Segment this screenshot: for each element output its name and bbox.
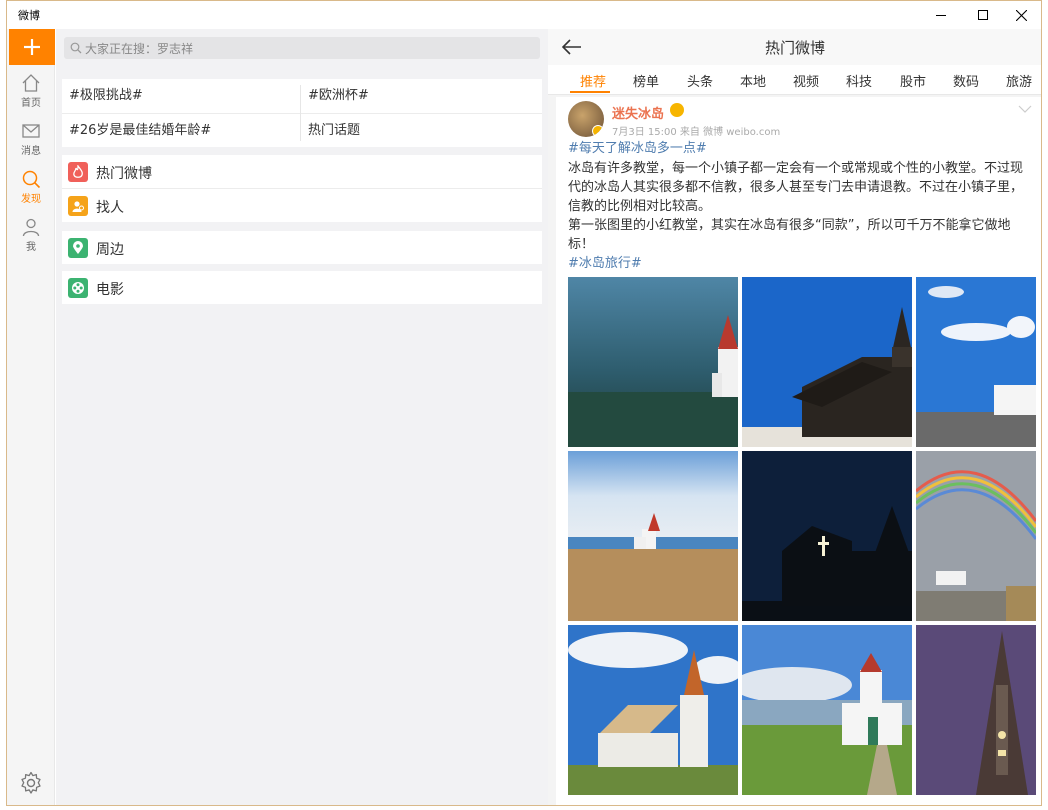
post-photo[interactable] (916, 451, 1041, 621)
tab-rankings[interactable]: 榜单 (633, 71, 659, 90)
nav-label: 消息 (21, 146, 41, 157)
tab-travel[interactable]: 旅游 (1006, 71, 1032, 90)
search-input[interactable]: 大家正在搜：罗志祥 (64, 37, 540, 59)
minimize-icon (936, 15, 946, 16)
post-photo[interactable] (568, 451, 738, 621)
active-tab-indicator (570, 91, 610, 93)
plus-icon (24, 39, 40, 55)
film-reel-icon (68, 278, 88, 298)
menu-item-movies[interactable]: 电影 (62, 271, 542, 304)
post-text-line: 冰岛有许多教堂，每一个小镇子都一定会有一个或常规或个性的小教堂。不过现 (568, 161, 1024, 176)
topic-item[interactable]: #欧洲杯# (308, 79, 369, 113)
home-icon (22, 74, 40, 92)
nav-label: 首页 (21, 98, 41, 109)
compose-button[interactable] (9, 29, 55, 65)
post-photo[interactable] (742, 625, 912, 795)
nav-item-me[interactable]: 我 (7, 217, 55, 261)
avatar[interactable] (568, 101, 604, 137)
hot-weibo-panel: 热门微博 推荐 榜单 头条 本地 视频 科技 股市 数码 旅游 迷失冰岛 7月3… (548, 29, 1041, 805)
panel-title: 热门微博 (764, 39, 825, 57)
close-button[interactable] (999, 1, 1041, 29)
post-hashtag[interactable]: #冰岛旅行# (568, 254, 642, 273)
divider (300, 85, 301, 141)
title-bar: 微博 (7, 1, 1041, 29)
post-text-line: 代的冰岛人其实很多都不信教，很多人甚至专门去申请退教。不过在小镇子里， (568, 180, 1024, 195)
tab-local[interactable]: 本地 (740, 71, 766, 90)
gear-icon[interactable] (19, 771, 43, 795)
tab-digital[interactable]: 数码 (953, 71, 979, 90)
nav-rail: 首页 消息 发现 我 (7, 29, 55, 805)
tab-video[interactable]: 视频 (793, 71, 819, 90)
emoji-icon (670, 103, 684, 117)
post-photo[interactable] (916, 625, 1041, 795)
person-icon (22, 218, 40, 237)
post-text-line: 标！ (568, 237, 595, 252)
menu-item-find-people[interactable]: 找人 (62, 189, 542, 222)
menu-label: 电影 (96, 282, 124, 298)
post-text-line: 信教的比例相对比较高。 (568, 199, 712, 214)
location-pin-icon (68, 238, 88, 258)
post-meta: 7月3日 15:00 来自 微博 weibo.com (612, 127, 781, 138)
post-username[interactable]: 迷失冰岛 (612, 103, 664, 122)
post-text-line: 第一张图里的小红教堂，其实在冰岛有很多“同款”，所以可千万不能拿它做地 (568, 218, 1011, 233)
maximize-icon (978, 10, 988, 20)
post-photo[interactable] (742, 277, 912, 447)
tab-stocks[interactable]: 股市 (900, 71, 926, 90)
menu-item-hot-weibo[interactable]: 热门微博 (62, 155, 542, 188)
menu-label: 热门微博 (96, 166, 152, 182)
tab-tech[interactable]: 科技 (846, 71, 872, 90)
verified-badge-icon (592, 125, 604, 137)
discover-column: 大家正在搜：罗志祥 #极限挑战# #欧洲杯# #26岁是最佳结婚年龄# 热门话题… (56, 29, 548, 805)
topic-item[interactable]: #26岁是最佳结婚年龄# (69, 114, 211, 148)
chevron-down-icon[interactable] (1018, 105, 1032, 113)
panel-header: 热门微博 (548, 29, 1041, 65)
menu-label: 找人 (96, 200, 124, 216)
post-photo[interactable] (916, 277, 1041, 447)
menu-label: 周边 (96, 242, 124, 258)
topic-item[interactable]: #极限挑战# (69, 79, 143, 113)
post-hashtag[interactable]: #每天了解冰岛多一点# (568, 139, 707, 158)
tab-headlines[interactable]: 头条 (687, 71, 713, 90)
search-icon (70, 42, 82, 54)
nav-label: 我 (26, 242, 36, 253)
nav-label: 发现 (21, 194, 41, 205)
search-placeholder: 大家正在搜：罗志祥 (85, 42, 194, 56)
post-photo[interactable] (568, 277, 738, 447)
nav-item-home[interactable]: 首页 (7, 73, 55, 117)
tab-recommended[interactable]: 推荐 (580, 71, 606, 90)
menu-item-nearby[interactable]: 周边 (62, 231, 542, 264)
window-title: 微博 (18, 9, 40, 22)
search-icon (22, 170, 41, 189)
nav-item-discover[interactable]: 发现 (7, 169, 55, 213)
flame-icon (68, 162, 88, 182)
mail-icon (22, 124, 40, 138)
nav-item-messages[interactable]: 消息 (7, 121, 55, 165)
close-icon (1015, 9, 1027, 21)
post-photo[interactable] (568, 625, 738, 795)
weibo-post-card: 迷失冰岛 7月3日 15:00 来自 微博 weibo.com #每天了解冰岛多… (556, 97, 1041, 805)
category-tabs: 推荐 榜单 头条 本地 视频 科技 股市 数码 旅游 (548, 65, 1041, 95)
trending-topics: #极限挑战# #欧洲杯# #26岁是最佳结婚年龄# 热门话题 (62, 79, 542, 147)
people-icon (68, 196, 88, 216)
post-photo[interactable] (742, 451, 912, 621)
topic-item[interactable]: 热门话题 (308, 114, 360, 148)
minimize-button[interactable] (919, 1, 963, 29)
app-window: 微博 首页 消息 发现 我 大家正在搜：罗志祥 #极限挑战# #欧洲杯# #26… (6, 0, 1042, 806)
